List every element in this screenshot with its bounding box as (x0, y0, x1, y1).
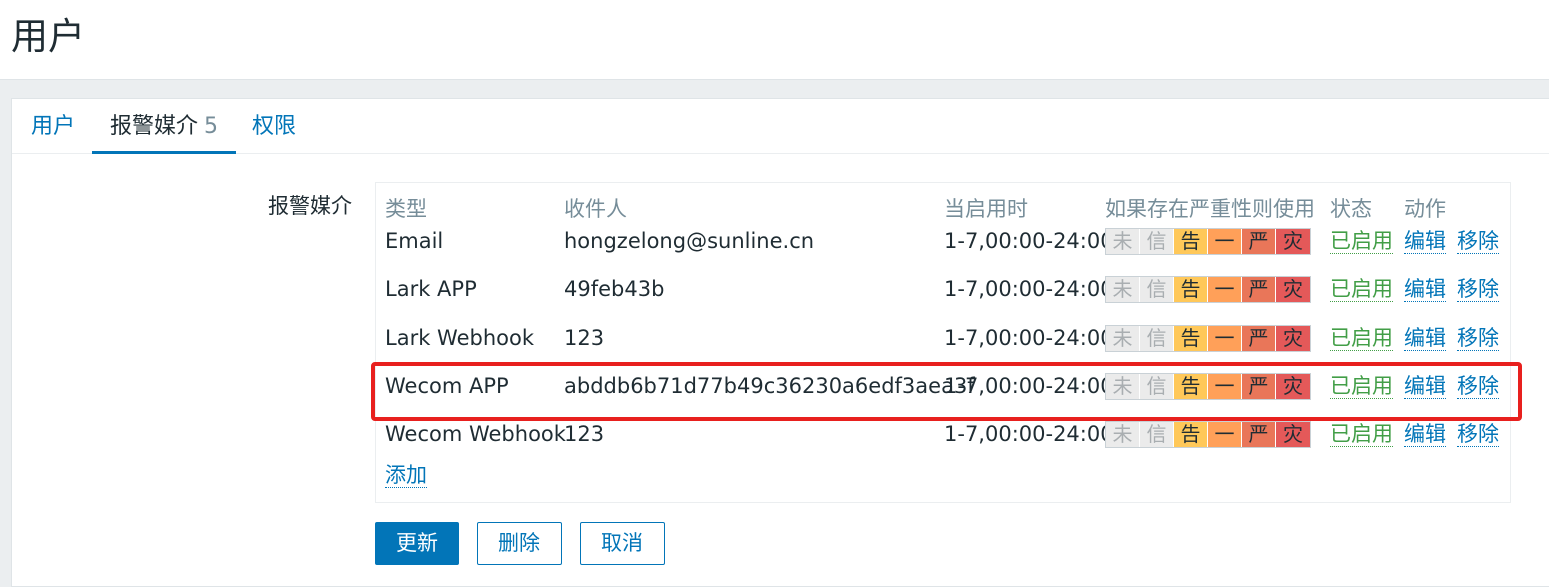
media-type: Lark Webhook (385, 326, 534, 350)
remove-link[interactable]: 移除 (1457, 229, 1499, 254)
media-recipient: hongzelong@sunline.cn (564, 229, 815, 253)
media-row: Wecom APP abddb6b71d77b49c36230a6edf3aea3… (376, 362, 1510, 410)
media-recipient: 49feb43b (564, 277, 665, 301)
edit-link[interactable]: 编辑 (1404, 277, 1446, 302)
severity-indicator: 未信告一严灾 (1105, 276, 1311, 303)
media-when-active: 1-7,00:00-24:00 (944, 277, 1114, 301)
severity-cell: 告 (1174, 422, 1208, 447)
severity-cell: 严 (1242, 422, 1276, 447)
severity-cell: 一 (1208, 326, 1242, 351)
status-enabled-link[interactable]: 已启用 (1330, 277, 1393, 302)
media-when-active: 1-7,00:00-24:00 (944, 374, 1114, 398)
severity-cell: 信 (1140, 422, 1174, 447)
severity-cell: 信 (1140, 277, 1174, 302)
add-media-link[interactable]: 添加 (385, 463, 427, 488)
media-recipient: abddb6b71d77b49c36230a6edf3aea3f (564, 374, 975, 398)
severity-cell: 信 (1140, 374, 1174, 399)
media-row: Lark APP 49feb43b 1-7,00:00-24:00 未信告一严灾已启用… (376, 265, 1510, 313)
severity-cell: 严 (1242, 277, 1276, 302)
severity-cell: 严 (1242, 326, 1276, 351)
severity-cell: 未 (1106, 326, 1140, 351)
edit-link[interactable]: 编辑 (1404, 229, 1446, 254)
remove-link[interactable]: 移除 (1457, 326, 1499, 351)
severity-cell: 告 (1174, 229, 1208, 254)
media-row: Email hongzelong@sunline.cn 1-7,00:00-24:0… (376, 217, 1510, 265)
cancel-button[interactable]: 取消 (580, 522, 665, 565)
severity-cell: 一 (1208, 277, 1242, 302)
status-enabled-link[interactable]: 已启用 (1330, 229, 1393, 254)
tab-media-label: 报警媒介 (110, 114, 199, 139)
severity-indicator: 未信告一严灾 (1105, 228, 1311, 255)
media-when-active: 1-7,00:00-24:00 (944, 326, 1114, 350)
page-header: 用户 (0, 0, 1549, 80)
severity-cell: 未 (1106, 374, 1140, 399)
tab-media[interactable]: 报警媒介 5 (92, 99, 237, 154)
severity-cell: 未 (1106, 277, 1140, 302)
severity-cell: 灾 (1276, 326, 1310, 351)
severity-indicator: 未信告一严灾 (1105, 373, 1311, 400)
tab-users-label: 用户 (31, 114, 76, 139)
severity-cell: 告 (1174, 326, 1208, 351)
status-enabled-link[interactable]: 已启用 (1330, 374, 1393, 399)
status-enabled-link[interactable]: 已启用 (1330, 326, 1393, 351)
edit-link[interactable]: 编辑 (1404, 374, 1446, 399)
severity-cell: 灾 (1276, 422, 1310, 447)
severity-indicator: 未信告一严灾 (1105, 325, 1311, 352)
media-table: 类型 收件人 当启用时 如果存在严重性则使用 状态 动作 Email hongze… (375, 182, 1511, 503)
severity-cell: 告 (1174, 374, 1208, 399)
tab-bar: 用户 报警媒介 5 权限 (12, 99, 1549, 154)
update-button[interactable]: 更新 (375, 522, 459, 565)
remove-link[interactable]: 移除 (1457, 422, 1499, 447)
media-type: Wecom Webhook (385, 422, 566, 446)
severity-cell: 未 (1106, 422, 1140, 447)
remove-link[interactable]: 移除 (1457, 277, 1499, 302)
user-form-card: 用户 报警媒介 5 权限 报警媒介 类型 收件人 当启用时 如果存在严重性则使用 … (11, 98, 1549, 587)
edit-link[interactable]: 编辑 (1404, 422, 1446, 447)
tab-users[interactable]: 用户 (31, 99, 75, 154)
edit-link[interactable]: 编辑 (1404, 326, 1446, 351)
severity-indicator: 未信告一严灾 (1105, 421, 1311, 448)
severity-cell: 告 (1174, 277, 1208, 302)
media-field-label: 报警媒介 (268, 194, 352, 218)
media-type: Wecom APP (385, 374, 509, 398)
severity-cell: 灾 (1276, 229, 1310, 254)
severity-cell: 灾 (1276, 277, 1310, 302)
page-title: 用户 (11, 15, 85, 58)
media-when-active: 1-7,00:00-24:00 (944, 422, 1114, 446)
media-row: Lark Webhook 123 1-7,00:00-24:00 未信告一严灾已启用编… (376, 314, 1510, 362)
severity-cell: 一 (1208, 374, 1242, 399)
tab-media-count: 5 (204, 114, 219, 139)
severity-cell: 信 (1140, 326, 1174, 351)
severity-cell: 未 (1106, 229, 1140, 254)
severity-cell: 严 (1242, 374, 1276, 399)
severity-cell: 一 (1208, 422, 1242, 447)
media-when-active: 1-7,00:00-24:00 (944, 229, 1114, 253)
media-recipient: 123 (564, 422, 605, 446)
severity-cell: 严 (1242, 229, 1276, 254)
severity-cell: 一 (1208, 229, 1242, 254)
media-type: Email (385, 229, 444, 253)
severity-cell: 信 (1140, 229, 1174, 254)
media-type: Lark APP (385, 277, 477, 301)
tab-permissions-label: 权限 (252, 114, 297, 139)
tab-permissions[interactable]: 权限 (252, 99, 296, 154)
remove-link[interactable]: 移除 (1457, 374, 1499, 399)
media-recipient: 123 (564, 326, 605, 350)
severity-cell: 灾 (1276, 374, 1310, 399)
status-enabled-link[interactable]: 已启用 (1330, 422, 1393, 447)
media-row: Wecom Webhook 123 1-7,00:00-24:00 未信告一严灾已启用… (376, 410, 1510, 458)
delete-button[interactable]: 删除 (477, 522, 562, 565)
